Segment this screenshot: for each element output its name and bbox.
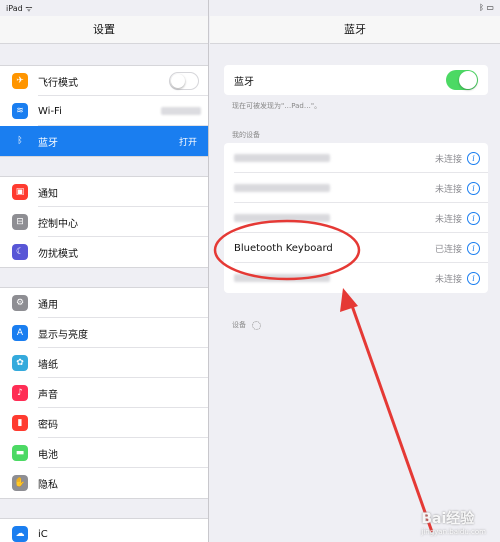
info-icon[interactable]: i [467, 271, 480, 285]
sidebar-item-label: Wi-Fi [38, 105, 62, 117]
device-row[interactable]: 未连接 i [224, 263, 488, 293]
wifi-status-icon: iPad ᯤ [6, 4, 33, 13]
watermark-url: jingyan.baidu.com [421, 528, 486, 536]
device-status: 未连接 [434, 184, 462, 195]
loading-spinner-icon [252, 320, 261, 330]
wallpaper-icon: ✿ [12, 355, 28, 371]
control-center-icon: ⊟ [12, 214, 28, 230]
sidebar-item-label: 隐私 [38, 479, 58, 491]
settings-group-notifications: ▣ 通知 ⊟ 控制中心 ☾ 勿扰模式 [0, 176, 208, 268]
sidebar-item[interactable]: ✈ 飞行模式 [0, 66, 208, 96]
settings-group-general: ⚙ 通用 A 显示与亮度 ✿ 墙纸 ♪ 声音 ▮ 密码 ▬ 电池 ✋ 隐私 [0, 287, 208, 499]
detail-title: 蓝牙 [210, 16, 500, 44]
sidebar-item[interactable]: ♪ 声音 [0, 378, 208, 408]
bluetooth-label: 蓝牙 [234, 76, 254, 88]
sidebar-item[interactable]: ✋ 隐私 [0, 468, 208, 498]
lock-icon: ▮ [12, 415, 28, 431]
moon-icon: ☾ [12, 244, 28, 260]
sidebar-item-label: 飞行模式 [38, 77, 78, 89]
info-icon[interactable]: i [467, 151, 480, 165]
sidebar-item[interactable]: ⚙ 通用 [0, 288, 208, 318]
settings-group-connectivity: ✈ 飞行模式 ≋ Wi-Fi ᛒ 蓝牙 打开 [0, 65, 208, 157]
my-devices-list: 未连接 i 未连接 i 未连接 i Bluetooth Keyboard 已连接 i 未连接 i [224, 143, 488, 293]
sidebar-item-label: 密码 [38, 419, 58, 431]
device-name-redacted [234, 184, 330, 192]
device-row[interactable]: Bluetooth Keyboard 已连接 i [224, 233, 488, 263]
watermark-brand: Bai经验 [421, 511, 475, 527]
notifications-icon: ▣ [12, 184, 28, 200]
privacy-hand-icon: ✋ [12, 475, 28, 491]
sidebar-item-value: 打开 [178, 137, 197, 148]
device-name-redacted [234, 274, 330, 282]
wifi-network-redacted [161, 107, 201, 115]
device-name-redacted [234, 154, 330, 162]
gear-icon: ⚙ [12, 295, 28, 311]
sidebar-item-label: 电池 [38, 449, 58, 461]
sidebar-item[interactable]: ᛒ 蓝牙 打开 [0, 126, 208, 156]
device-status: 已连接 [434, 244, 462, 255]
watermark: Bai经验 jingyan.baidu.com [421, 508, 486, 536]
sidebar-item-label: 蓝牙 [38, 137, 58, 149]
sidebar-item-label: 控制中心 [38, 218, 78, 230]
sidebar-item[interactable]: ▣ 通知 [0, 177, 208, 207]
sidebar-title: 设置 [0, 16, 208, 44]
sidebar-item[interactable]: ≋ Wi-Fi [0, 96, 208, 126]
device-status: 未连接 [434, 274, 462, 285]
sidebar-item[interactable]: ▮ 密码 [0, 408, 208, 438]
sidebar-item-account[interactable]: ☁ iC [0, 519, 208, 542]
airplane-icon: ✈ [12, 73, 28, 89]
sidebar-item[interactable]: ⊟ 控制中心 [0, 207, 208, 237]
bluetooth-switch[interactable] [446, 70, 478, 90]
device-row[interactable]: 未连接 i [224, 143, 488, 173]
sidebar-item-label: 通知 [38, 188, 58, 200]
sidebar-item-label: 勿扰模式 [38, 248, 78, 260]
sidebar-item-label: 显示与亮度 [38, 329, 88, 341]
sidebar-item-label: 通用 [38, 299, 58, 311]
bluetooth-toggle-row: 蓝牙 [224, 65, 488, 95]
display-icon: A [12, 325, 28, 341]
sidebar-item-label: 声音 [38, 389, 58, 401]
my-devices-header: 我的设备 [232, 131, 260, 139]
status-bar-left: iPad ᯤ [0, 0, 208, 16]
sidebar-item[interactable]: A 显示与亮度 [0, 318, 208, 348]
battery-status-icon: ᛒ ▭ [479, 3, 494, 12]
devices-header: 设备 [232, 320, 261, 330]
sidebar-item[interactable]: ▬ 电池 [0, 438, 208, 468]
info-icon[interactable]: i [467, 241, 480, 255]
bluetooth-icon: ᛒ [12, 133, 28, 149]
sidebar-item[interactable]: ✿ 墙纸 [0, 348, 208, 378]
battery-icon: ▬ [12, 445, 28, 461]
sidebar-item[interactable]: ☾ 勿扰模式 [0, 237, 208, 267]
sound-icon: ♪ [12, 385, 28, 401]
airplane-mode-switch[interactable] [169, 72, 199, 90]
info-icon[interactable]: i [467, 211, 480, 225]
wifi-icon: ≋ [12, 103, 28, 119]
device-name: Bluetooth Keyboard [234, 242, 333, 254]
sidebar-item-label: 墙纸 [38, 359, 58, 371]
device-status: 未连接 [434, 214, 462, 225]
device-row[interactable]: 未连接 i [224, 203, 488, 233]
device-status: 未连接 [434, 154, 462, 165]
bluetooth-toggle-card: 蓝牙 [224, 65, 488, 95]
device-row[interactable]: 未连接 i [224, 173, 488, 203]
info-icon[interactable]: i [467, 181, 480, 195]
status-bar-right: ᛒ ▭ [210, 0, 500, 16]
bluetooth-detail-pane: ᛒ ▭ 蓝牙 蓝牙 现在可被发现为"…Pad…"。 我的设备 未连接 i 未连接 i 未… [210, 0, 500, 542]
discoverable-note: 现在可被发现为"…Pad…"。 [232, 102, 322, 110]
settings-group-account: ☁ iC [0, 518, 208, 542]
device-name-redacted [234, 214, 330, 222]
settings-sidebar: iPad ᯤ 设置 ✈ 飞行模式 ≋ Wi-Fi ᛒ 蓝牙 打开 ▣ 通知 ⊟ 控制中心 ☾ 勿扰模式… [0, 0, 209, 542]
cloud-icon: ☁ [12, 526, 28, 542]
